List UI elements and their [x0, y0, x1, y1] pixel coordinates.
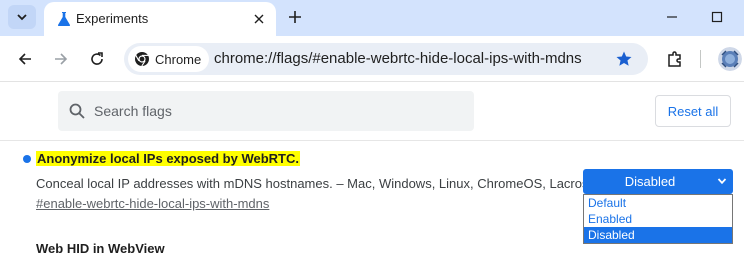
- tab-experiments[interactable]: Experiments: [44, 2, 276, 36]
- forward-button[interactable]: [50, 48, 72, 70]
- forward-icon: [55, 53, 68, 65]
- minimize-icon: [667, 16, 677, 18]
- next-experiment-title: Web HID in WebView: [36, 241, 165, 253]
- site-info-chip[interactable]: Chrome: [128, 46, 210, 72]
- select-dropdown-list: Default Enabled Disabled: [583, 194, 733, 244]
- modified-indicator: [23, 155, 31, 163]
- flags-header: Reset all: [0, 83, 744, 141]
- star-icon: [616, 51, 632, 66]
- experiment-description: Conceal local IP addresses with mDNS hos…: [36, 176, 589, 191]
- search-box[interactable]: [58, 91, 474, 131]
- tab-close-button[interactable]: [250, 10, 268, 28]
- chevron-down-icon: [17, 14, 27, 21]
- url-text[interactable]: chrome://flags/#enable-webrtc-hide-local…: [214, 50, 582, 67]
- tab-search-button[interactable]: [8, 5, 36, 29]
- minimize-button[interactable]: [661, 6, 683, 28]
- chevron-down-icon: [717, 178, 727, 185]
- browser-toolbar: Chrome chrome://flags/#enable-webrtc-hid…: [0, 36, 744, 82]
- chrome-logo-icon: [135, 52, 149, 67]
- address-bar[interactable]: Chrome chrome://flags/#enable-webrtc-hid…: [124, 43, 648, 75]
- bookmark-button[interactable]: [614, 49, 634, 69]
- flask-icon: [57, 12, 71, 26]
- option-enabled[interactable]: Enabled: [584, 211, 732, 227]
- maximize-icon: [711, 11, 723, 23]
- option-disabled[interactable]: Disabled: [584, 227, 732, 243]
- new-tab-button[interactable]: [285, 7, 305, 27]
- option-default[interactable]: Default: [584, 195, 732, 211]
- experiment-permalink[interactable]: #enable-webrtc-hide-local-ips-with-mdns: [36, 196, 269, 211]
- reload-icon: [91, 52, 103, 65]
- maximize-button[interactable]: [706, 6, 728, 28]
- extensions-icon: [668, 51, 681, 67]
- plus-icon: [289, 11, 301, 23]
- search-icon: [69, 103, 85, 119]
- toolbar-divider: [700, 50, 701, 68]
- back-icon: [18, 53, 31, 65]
- site-chip-label: Chrome: [155, 51, 202, 67]
- tab-title: Experiments: [76, 11, 149, 26]
- search-input[interactable]: [94, 91, 464, 131]
- experiment-title: Anonymize local IPs exposed by WebRTC.: [36, 151, 300, 166]
- close-icon: [254, 14, 264, 24]
- reset-all-button[interactable]: Reset all: [655, 95, 731, 127]
- tab-strip: Experiments: [0, 0, 744, 36]
- back-button[interactable]: [14, 48, 36, 70]
- experiment-state-select[interactable]: Disabled: [583, 169, 733, 194]
- avatar[interactable]: [718, 47, 742, 71]
- extensions-button[interactable]: [664, 48, 686, 70]
- reload-button[interactable]: [86, 48, 108, 70]
- select-value: Disabled: [624, 174, 676, 189]
- avatar-image: [718, 47, 742, 71]
